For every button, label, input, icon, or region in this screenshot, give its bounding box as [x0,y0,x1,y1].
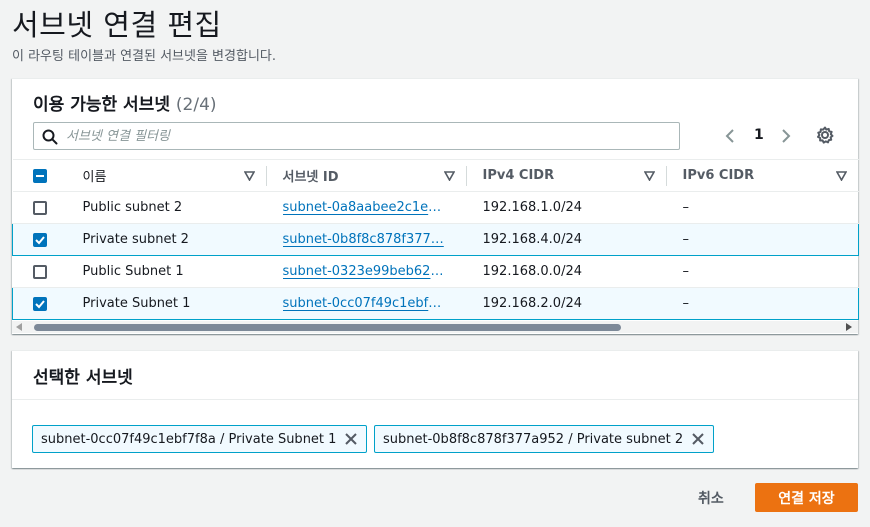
ipv4-cidr: 192.168.2.0/24 [466,287,667,320]
token-label: subnet-0cc07f49c1ebf7f8a / Private Subne… [41,432,337,447]
column-header-subnet-id[interactable]: 서브넷 ID [266,159,467,192]
token-label: subnet-0b8f8c878f377a952 / Private subne… [383,432,684,447]
column-header-label: IPv4 CIDR [482,168,555,183]
cancel-button[interactable]: 취소 [684,483,738,511]
ipv6-cidr: – [666,223,859,256]
sort-down-icon[interactable] [643,171,655,181]
available-subnets-header: 이용 가능한 서브넷 (2/4) [33,90,217,115]
page-number[interactable]: 1 [754,127,764,143]
chevron-left-icon[interactable] [722,127,740,145]
ipv6-cidr: – [666,255,859,288]
horizontal-scrollbar[interactable] [12,321,858,333]
sort-down-icon[interactable] [243,171,255,181]
ipv4-cidr: 192.168.1.0/24 [466,191,667,224]
column-header-ipv6[interactable]: IPv6 CIDR [666,159,859,192]
sort-down-icon[interactable] [443,171,455,181]
row-checkbox[interactable] [33,296,47,311]
selected-subnet-token: subnet-0cc07f49c1ebf7f8a / Private Subne… [32,425,368,453]
select-all-cell [12,159,67,192]
divider [12,399,858,400]
subnet-id-link[interactable]: subnet-0b8f8c878f377… [283,232,444,247]
column-header-name[interactable]: 이름 [66,159,267,192]
subnet-id-link[interactable]: subnet-0323e99beb62f… [283,264,448,279]
scroll-left-icon[interactable] [15,323,23,331]
close-icon[interactable] [344,432,358,446]
subnet-name: Public Subnet 1 [66,255,267,288]
row-checkbox-cell [12,223,67,256]
filter-input[interactable] [64,126,664,146]
search-icon [42,129,58,145]
subnet-name: Private Subnet 1 [66,287,267,320]
row-checkbox-cell [12,255,67,288]
row-checkbox-cell [12,191,67,224]
ipv6-cidr: – [666,191,859,224]
subnet-id-link[interactable]: subnet-0cc07f49c1ebf7… [283,296,448,311]
close-icon[interactable] [691,432,705,446]
subnets-table: 이름 서브넷 ID IPv4 CIDR IPv6 CIDR Public sub… [12,159,859,320]
scrollbar-thumb[interactable] [34,324,621,331]
subnet-name: Public subnet 2 [66,191,267,224]
table-row[interactable]: Public subnet 2 subnet-0a8aabee2c1eb… 19… [12,191,859,224]
ipv4-cidr: 192.168.4.0/24 [466,223,667,256]
subnet-name: Private subnet 2 [66,223,267,256]
row-checkbox[interactable] [33,232,47,247]
chevron-right-icon[interactable] [776,127,794,145]
selected-subnets-title: 선택한 서브넷 [33,368,133,388]
column-header-label: 이름 [82,170,107,185]
subnet-id-link[interactable]: subnet-0a8aabee2c1eb… [283,200,448,215]
column-header-label: IPv6 CIDR [682,168,755,183]
selection-count: (2/4) [175,95,217,115]
subnet-id-cell: subnet-0cc07f49c1ebf7… [266,287,467,320]
page-description: 이 라우팅 테이블과 연결된 서브넷을 변경합니다. [12,49,276,64]
sort-down-icon[interactable] [835,171,847,181]
page-title: 서브넷 연결 편집 [12,8,222,42]
table-row[interactable]: Private subnet 2 subnet-0b8f8c878f377… 1… [12,223,859,256]
available-subnets-title: 이용 가능한 서브넷 [33,95,170,115]
scroll-right-icon[interactable] [845,323,853,331]
table-header-row: 이름 서브넷 ID IPv4 CIDR IPv6 CIDR [12,159,859,192]
subnet-id-cell: subnet-0a8aabee2c1eb… [266,191,467,224]
column-header-label: 서브넷 ID [282,170,339,185]
selected-subnet-token: subnet-0b8f8c878f377a952 / Private subne… [374,425,715,453]
row-checkbox[interactable] [32,200,47,215]
column-header-ipv4[interactable]: IPv4 CIDR [466,159,667,192]
ipv4-cidr: 192.168.0.0/24 [466,255,667,288]
subnet-id-cell: subnet-0323e99beb62f… [266,255,467,288]
row-checkbox[interactable] [32,264,47,279]
save-associations-button[interactable]: 연결 저장 [755,483,858,512]
table-row[interactable]: Public Subnet 1 subnet-0323e99beb62f… 19… [12,255,859,288]
select-all-checkbox[interactable] [32,168,47,183]
filter-box[interactable] [33,122,680,150]
selected-subnets-panel: 선택한 서브넷 subnet-0cc07f49c1ebf7f8a / Priva… [12,350,858,468]
available-subnets-panel: 이용 가능한 서브넷 (2/4) 1 [12,78,859,334]
table-row[interactable]: Private Subnet 1 subnet-0cc07f49c1ebf7… … [12,287,859,320]
gear-icon[interactable] [815,125,835,145]
row-checkbox-cell [12,287,67,320]
subnet-id-cell: subnet-0b8f8c878f377… [266,223,467,256]
ipv6-cidr: – [666,287,859,320]
